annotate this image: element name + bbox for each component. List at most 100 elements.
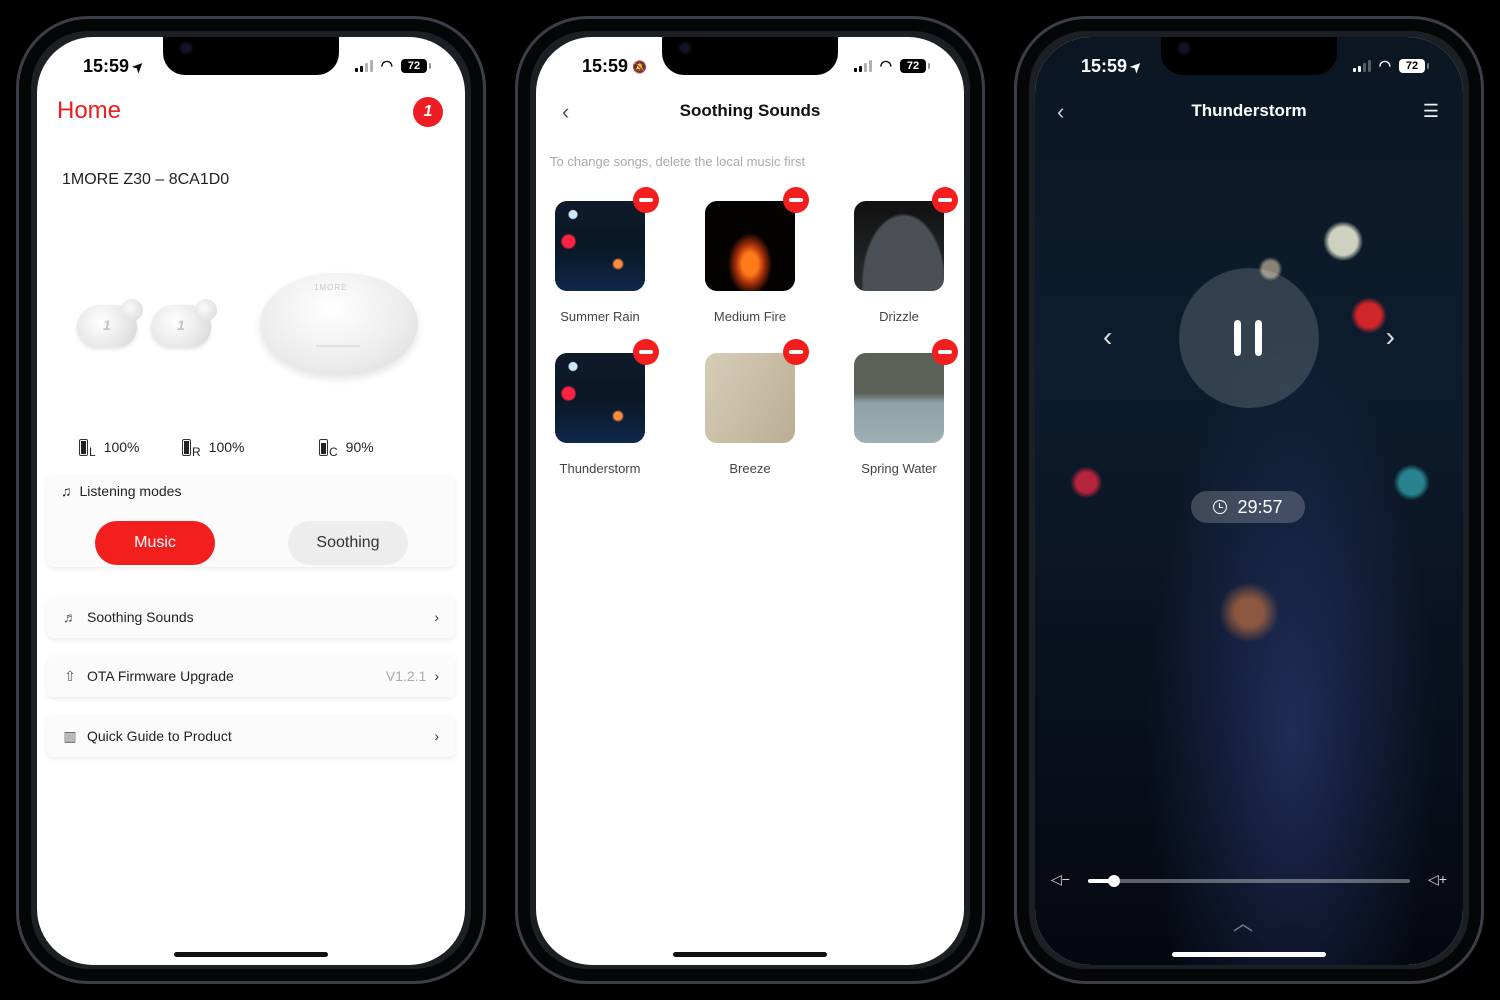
silent-mode-icon: 🔕 [632, 59, 647, 74]
mode-soothing-button[interactable]: Soothing [288, 521, 408, 565]
battery-icon: 72 [1399, 58, 1429, 73]
delete-icon[interactable] [932, 187, 958, 213]
sound-thumbnail [705, 201, 795, 291]
menu-icon[interactable]: ☰ [1423, 101, 1439, 122]
volume-down-icon[interactable]: ◁− [1051, 871, 1070, 888]
sound-tile[interactable]: Medium Fire [700, 187, 809, 324]
wifi-icon: ◠ [1378, 57, 1391, 73]
camera [1179, 43, 1189, 53]
wifi-icon: ◠ [879, 57, 892, 73]
sound-thumbnail [705, 353, 795, 443]
sound-name: Drizzle [879, 309, 919, 324]
location-icon: ➤ [1126, 56, 1146, 76]
battery-value: 100% [103, 439, 140, 455]
status-bar: 15:59 ➤ ◠ 72 [37, 55, 465, 77]
nav-bar: ‹ Soothing Sounds [536, 99, 964, 127]
volume-up-icon[interactable]: ◁+ [1428, 871, 1447, 888]
sound-tile[interactable]: Summer Rain [550, 187, 659, 324]
location-icon: ➤ [128, 56, 148, 76]
battery-case: C 90% [319, 435, 374, 459]
next-track-button[interactable]: › [1386, 321, 1395, 353]
battery-side-label: R [192, 445, 201, 459]
sound-name: Spring Water [861, 461, 937, 476]
sleep-timer[interactable]: 29:57 [1191, 491, 1305, 523]
page-title: Soothing Sounds [679, 101, 821, 120]
home-indicator[interactable] [1172, 952, 1326, 957]
battery-level: 72 [906, 59, 920, 72]
charging-case-image: 1MORE [260, 273, 418, 375]
mode-music-button[interactable]: Music [95, 521, 215, 565]
status-bar: 15:59 🔕 ◠ 72 [536, 55, 964, 77]
sound-thumbnail [854, 353, 944, 443]
brand-logo-icon[interactable]: 1 [413, 97, 443, 127]
sound-name: Thunderstorm [559, 461, 641, 476]
battery-value: 100% [208, 439, 245, 455]
music-mode-icon: ♫ [61, 483, 72, 499]
phone-soothing-sounds: 15:59 🔕 ◠ 72 ‹ Soothing Sounds To change … [515, 16, 985, 984]
menu-item-label: OTA Firmware Upgrade [87, 668, 234, 684]
delete-icon[interactable] [783, 187, 809, 213]
phone-player: 15:59 ➤ ◠ 72 ‹ Thunderstorm ☰ ‹ › 29:57 ◁… [1014, 16, 1484, 984]
chevron-right-icon: › [434, 668, 439, 684]
sound-name: Summer Rain [560, 309, 640, 324]
status-bar: 15:59 ➤ ◠ 72 [1035, 55, 1463, 77]
signal-icon [853, 59, 872, 72]
sound-tile[interactable]: Spring Water [849, 339, 958, 476]
sound-tile[interactable]: Breeze [700, 339, 809, 476]
upgrade-arrow-icon: ⇧ [64, 667, 76, 684]
status-time: 15:59 [582, 56, 629, 76]
clock-icon [1213, 500, 1228, 514]
menu-item-label: Soothing Sounds [87, 609, 194, 625]
player-screen: 15:59 ➤ ◠ 72 ‹ Thunderstorm ☰ ‹ › 29:57 ◁… [1035, 37, 1463, 965]
battery-icon [79, 438, 88, 456]
home-screen: 15:59 ➤ ◠ 72 Home 1 1MORE Z30 – 8CA1D0 1 … [37, 37, 465, 965]
left-earbud-image: 1 [77, 299, 143, 347]
product-image: 1 1 1MORE [77, 273, 418, 383]
soothing-sounds-screen: 15:59 🔕 ◠ 72 ‹ Soothing Sounds To change … [536, 37, 964, 965]
camera [680, 43, 690, 53]
volume-slider[interactable] [1088, 875, 1410, 887]
expand-up-icon[interactable]: ︿ [1233, 907, 1253, 936]
sound-tile[interactable]: Drizzle [849, 187, 958, 324]
previous-track-button[interactable]: ‹ [1103, 321, 1112, 353]
sound-thumbnail [854, 201, 944, 291]
battery-left: L 100% [79, 435, 140, 459]
delete-icon[interactable] [783, 339, 809, 365]
delete-icon[interactable] [633, 339, 659, 365]
volume-control: ◁− ◁+ [1051, 871, 1447, 891]
sound-tile[interactable]: Thunderstorm [550, 339, 659, 476]
pause-button[interactable] [1179, 268, 1319, 408]
home-indicator[interactable] [673, 952, 827, 957]
menu-item-soothing-sounds[interactable]: ♬ Soothing Sounds › [47, 596, 455, 638]
signal-icon [1352, 59, 1371, 72]
pause-bar [1255, 320, 1262, 356]
status-time: 15:59 [83, 56, 130, 76]
delete-icon[interactable] [633, 187, 659, 213]
chevron-right-icon: › [434, 609, 439, 625]
music-note-icon: ♬ [63, 609, 77, 625]
status-time: 15:59 [1081, 56, 1128, 76]
battery-icon: 72 [401, 58, 431, 73]
delete-icon[interactable] [932, 339, 958, 365]
battery-right: R 100% [182, 435, 244, 459]
battery-level: 72 [407, 59, 421, 72]
page-title: Home [57, 97, 122, 124]
home-indicator[interactable] [174, 952, 328, 957]
sound-thumbnail [555, 353, 645, 443]
menu-item-quick-guide[interactable]: ▥ Quick Guide to Product › [47, 715, 455, 757]
volume-knob[interactable] [1107, 875, 1120, 887]
listening-modes-label: Listening modes [79, 483, 182, 499]
sound-name: Medium Fire [713, 309, 787, 324]
battery-side-label: L [89, 445, 96, 459]
guide-book-icon: ▥ [63, 727, 77, 744]
menu-item-label: Quick Guide to Product [87, 728, 232, 744]
nav-bar: ‹ Thunderstorm ☰ [1035, 99, 1463, 127]
sound-thumbnail [555, 201, 645, 291]
battery-icon: 72 [900, 58, 930, 73]
phone-home: 15:59 ➤ ◠ 72 Home 1 1MORE Z30 – 8CA1D0 1 … [16, 16, 486, 984]
menu-item-ota-upgrade[interactable]: ⇧ OTA Firmware Upgrade V1.2.1 › [47, 655, 455, 697]
battery-level: 72 [1405, 59, 1419, 72]
case-logo: 1MORE [314, 283, 348, 292]
timer-value: 29:57 [1237, 496, 1283, 517]
hint-text: To change songs, delete the local music … [550, 154, 806, 169]
